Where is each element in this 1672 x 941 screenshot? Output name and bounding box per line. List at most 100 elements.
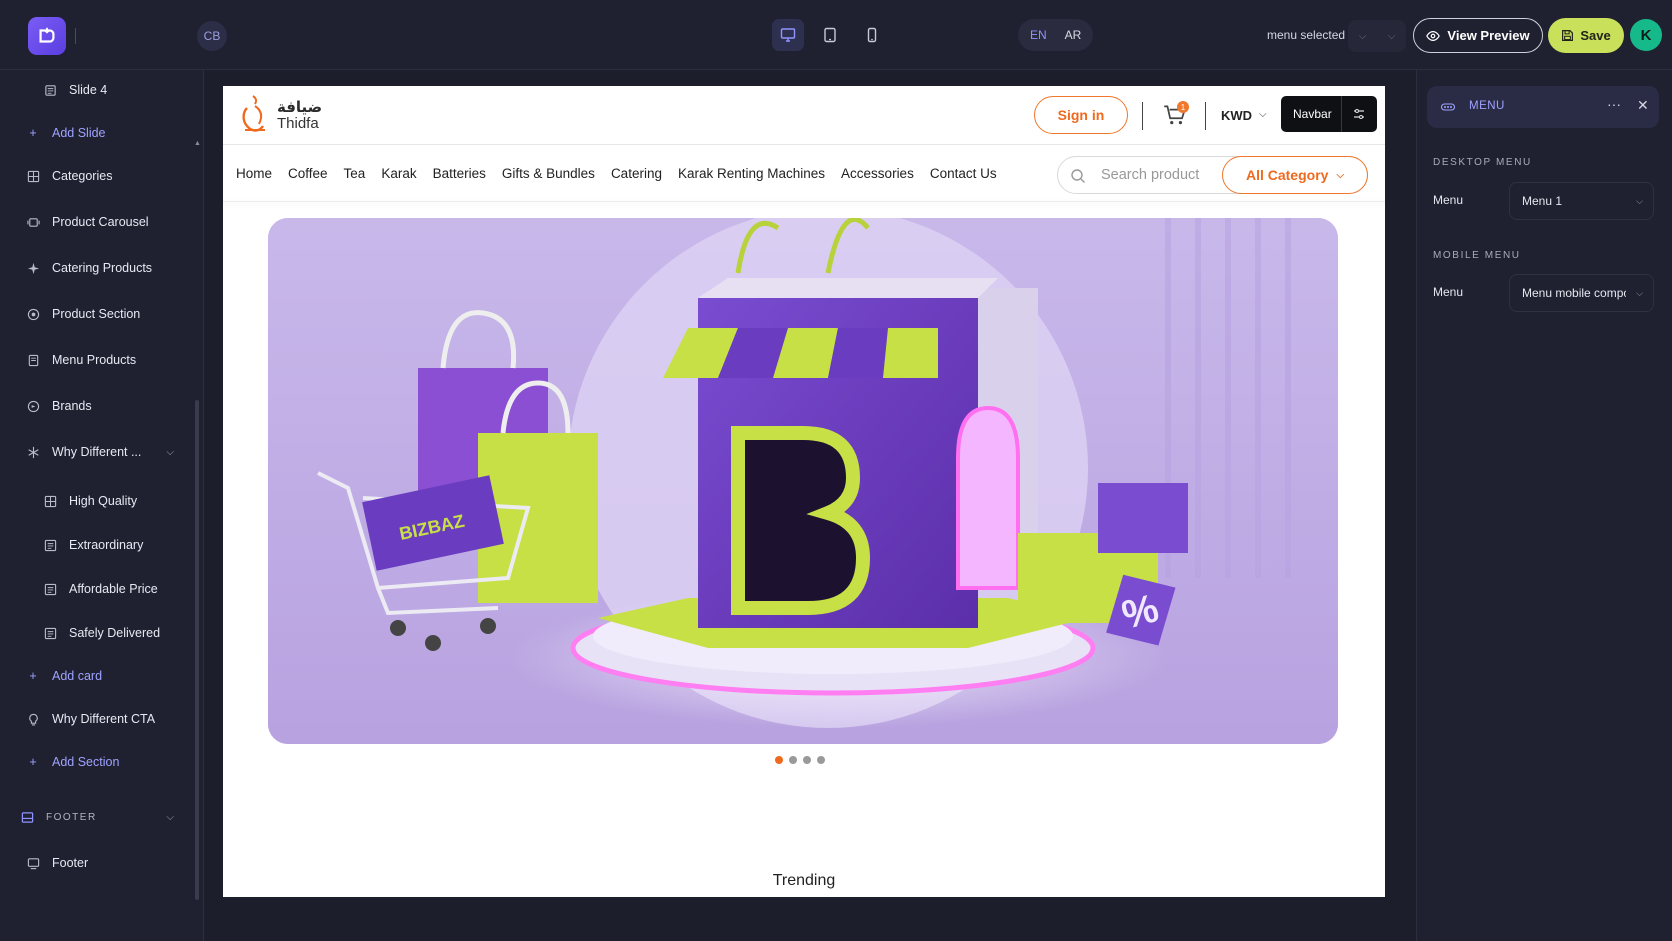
sidebar-item-menu-products[interactable]: Menu Products <box>0 345 180 375</box>
sidebar-item-footer[interactable]: Footer <box>0 848 180 878</box>
sidebar-item-product-carousel[interactable]: Product Carousel <box>0 207 180 237</box>
mobile-view-button[interactable] <box>856 19 888 51</box>
trending-heading: Trending <box>772 872 836 889</box>
scroll-up-arrow[interactable]: ▲ <box>194 140 201 147</box>
nav-link-gifts-bundles[interactable]: Gifts & Bundles <box>502 166 595 181</box>
desktop-menu-select[interactable]: Menu 1 ⌵ <box>1509 182 1654 220</box>
all-category-label: All Category <box>1245 167 1329 183</box>
store-nav: Home Coffee Tea Karak Batteries Gifts & … <box>236 166 1013 181</box>
nav-link-batteries[interactable]: Batteries <box>433 166 486 181</box>
app-logo-icon <box>39 27 55 43</box>
mobile-menu-heading: MOBILE MENU <box>1433 250 1521 261</box>
selection-status: menu selected <box>1267 28 1346 42</box>
hero-banner[interactable]: BIZBAZ % <box>268 218 1338 744</box>
carousel-icon <box>26 215 40 229</box>
sidebar-scrollbar[interactable] <box>195 400 199 900</box>
sidebar-group-footer[interactable]: FOOTER ⌵ <box>0 802 180 832</box>
sidebar-item-why-different-cta[interactable]: Why Different CTA <box>0 704 180 734</box>
card-icon <box>43 626 57 640</box>
navbar-tag-label: Navbar <box>1293 107 1332 121</box>
target-icon <box>26 307 40 321</box>
plus-icon: + <box>29 126 37 140</box>
settings-sliders-icon[interactable] <box>1342 108 1376 120</box>
mobile-menu-select[interactable]: Menu mobile compo ⌵ <box>1509 274 1654 312</box>
chevron-down-icon[interactable]: ⌵ <box>166 447 174 458</box>
sidebar-item-extraordinary[interactable]: Extraordinary <box>0 530 180 560</box>
selection-dropdown[interactable]: ⌵ ⌵ <box>1348 20 1406 52</box>
carousel-dot[interactable] <box>817 756 825 764</box>
snowflake-icon <box>26 445 40 459</box>
sidebar-item-categories[interactable]: Categories <box>0 161 180 191</box>
page-preview[interactable]: ضيافة Thidfa Sign in 1 KWD ⌵ Navbar Home <box>223 86 1385 897</box>
search-icon <box>1071 169 1085 183</box>
add-card-button[interactable]: + Add card <box>0 661 180 691</box>
carousel-dot[interactable] <box>775 756 783 764</box>
add-section-button[interactable]: + Add Section <box>0 747 180 777</box>
sidebar-item-label: Why Different CTA <box>52 712 156 726</box>
mobile-icon <box>867 27 877 43</box>
menu-component-icon <box>1441 103 1455 111</box>
sidebar-item-label: Categories <box>52 169 113 183</box>
nav-link-catering[interactable]: Catering <box>611 166 662 181</box>
store-logo[interactable]: ضيافة Thidfa <box>239 92 322 140</box>
panel-title: MENU <box>1469 100 1505 112</box>
sign-in-button[interactable]: Sign in <box>1034 96 1128 134</box>
sidebar-item-label: Affordable Price <box>69 582 158 596</box>
sparkle-icon <box>26 261 40 275</box>
sidebar-item-catering-products[interactable]: Catering Products <box>0 253 180 283</box>
nav-link-karak[interactable]: Karak <box>381 166 416 181</box>
nav-link-coffee[interactable]: Coffee <box>288 166 328 181</box>
sidebar-item-safely-delivered[interactable]: Safely Delivered <box>0 618 180 648</box>
add-slide-button[interactable]: + Add Slide <box>0 118 180 148</box>
mobile-menu-label: Menu <box>1433 285 1464 299</box>
bulb-icon <box>26 712 40 726</box>
sidebar-item-high-quality[interactable]: High Quality <box>0 486 180 516</box>
structure-sidebar: ▲ Slide 4 + Add Slide Categories Product… <box>0 70 204 941</box>
user-avatar[interactable]: K <box>1630 19 1662 51</box>
chevron-down-icon[interactable]: ⌵ <box>166 812 174 823</box>
more-options-icon[interactable]: ··· <box>1607 96 1621 112</box>
save-button[interactable]: Save <box>1548 18 1624 53</box>
currency-selector[interactable]: KWD <box>1221 108 1252 123</box>
view-preview-label: View Preview <box>1447 28 1530 43</box>
all-category-dropdown[interactable]: All Category ⌵ <box>1222 156 1368 194</box>
app-logo[interactable] <box>28 17 66 55</box>
close-icon[interactable]: ✕ <box>1637 97 1649 114</box>
chevron-down-icon: ⌵ <box>1636 288 1643 298</box>
store-header[interactable]: ضيافة Thidfa Sign in 1 KWD ⌵ Navbar <box>223 86 1385 144</box>
grid-icon <box>26 169 40 183</box>
navbar-component-tag[interactable]: Navbar <box>1281 96 1377 132</box>
lang-ar-button[interactable]: AR <box>1057 24 1090 46</box>
desktop-view-button[interactable] <box>772 19 804 51</box>
desktop-menu-label: Menu <box>1433 193 1464 207</box>
sidebar-item-slide-4[interactable]: Slide 4 <box>0 75 180 105</box>
sidebar-item-label: Catering Products <box>52 261 153 275</box>
sidebar-item-brands[interactable]: Brands <box>0 391 180 421</box>
sidebar-item-label: Product Carousel <box>52 215 149 229</box>
view-preview-button[interactable]: View Preview <box>1413 18 1543 53</box>
workspace-badge[interactable]: CB <box>197 21 227 51</box>
sidebar-item-why-different[interactable]: Why Different ... ⌵ <box>0 437 180 467</box>
sidebar-item-label: Why Different ... <box>52 445 142 459</box>
tablet-view-button[interactable] <box>814 19 846 51</box>
grid-icon <box>43 494 57 508</box>
coffee-pot-logo-icon <box>242 95 265 132</box>
lang-en-button[interactable]: EN <box>1022 24 1055 46</box>
add-card-label: Add card <box>52 669 103 683</box>
nav-link-tea[interactable]: Tea <box>344 166 366 181</box>
sidebar-item-affordable-price[interactable]: Affordable Price <box>0 574 180 604</box>
carousel-dot[interactable] <box>789 756 797 764</box>
nav-link-home[interactable]: Home <box>236 166 272 181</box>
save-icon <box>1562 30 1574 41</box>
footer-group-label: FOOTER <box>46 811 97 823</box>
save-label: Save <box>1580 28 1611 43</box>
nav-link-karak-renting[interactable]: Karak Renting Machines <box>678 166 825 181</box>
carousel-dot[interactable] <box>803 756 811 764</box>
chevron-down-icon[interactable]: ⌵ <box>1259 109 1267 120</box>
sidebar-item-product-section[interactable]: Product Section <box>0 299 180 329</box>
nav-link-contact-us[interactable]: Contact Us <box>930 166 997 181</box>
header-divider <box>1205 102 1206 130</box>
chevron-down-icon: ⌵ <box>1336 169 1345 181</box>
nav-link-accessories[interactable]: Accessories <box>841 166 914 181</box>
language-switcher: EN AR <box>1018 19 1094 51</box>
